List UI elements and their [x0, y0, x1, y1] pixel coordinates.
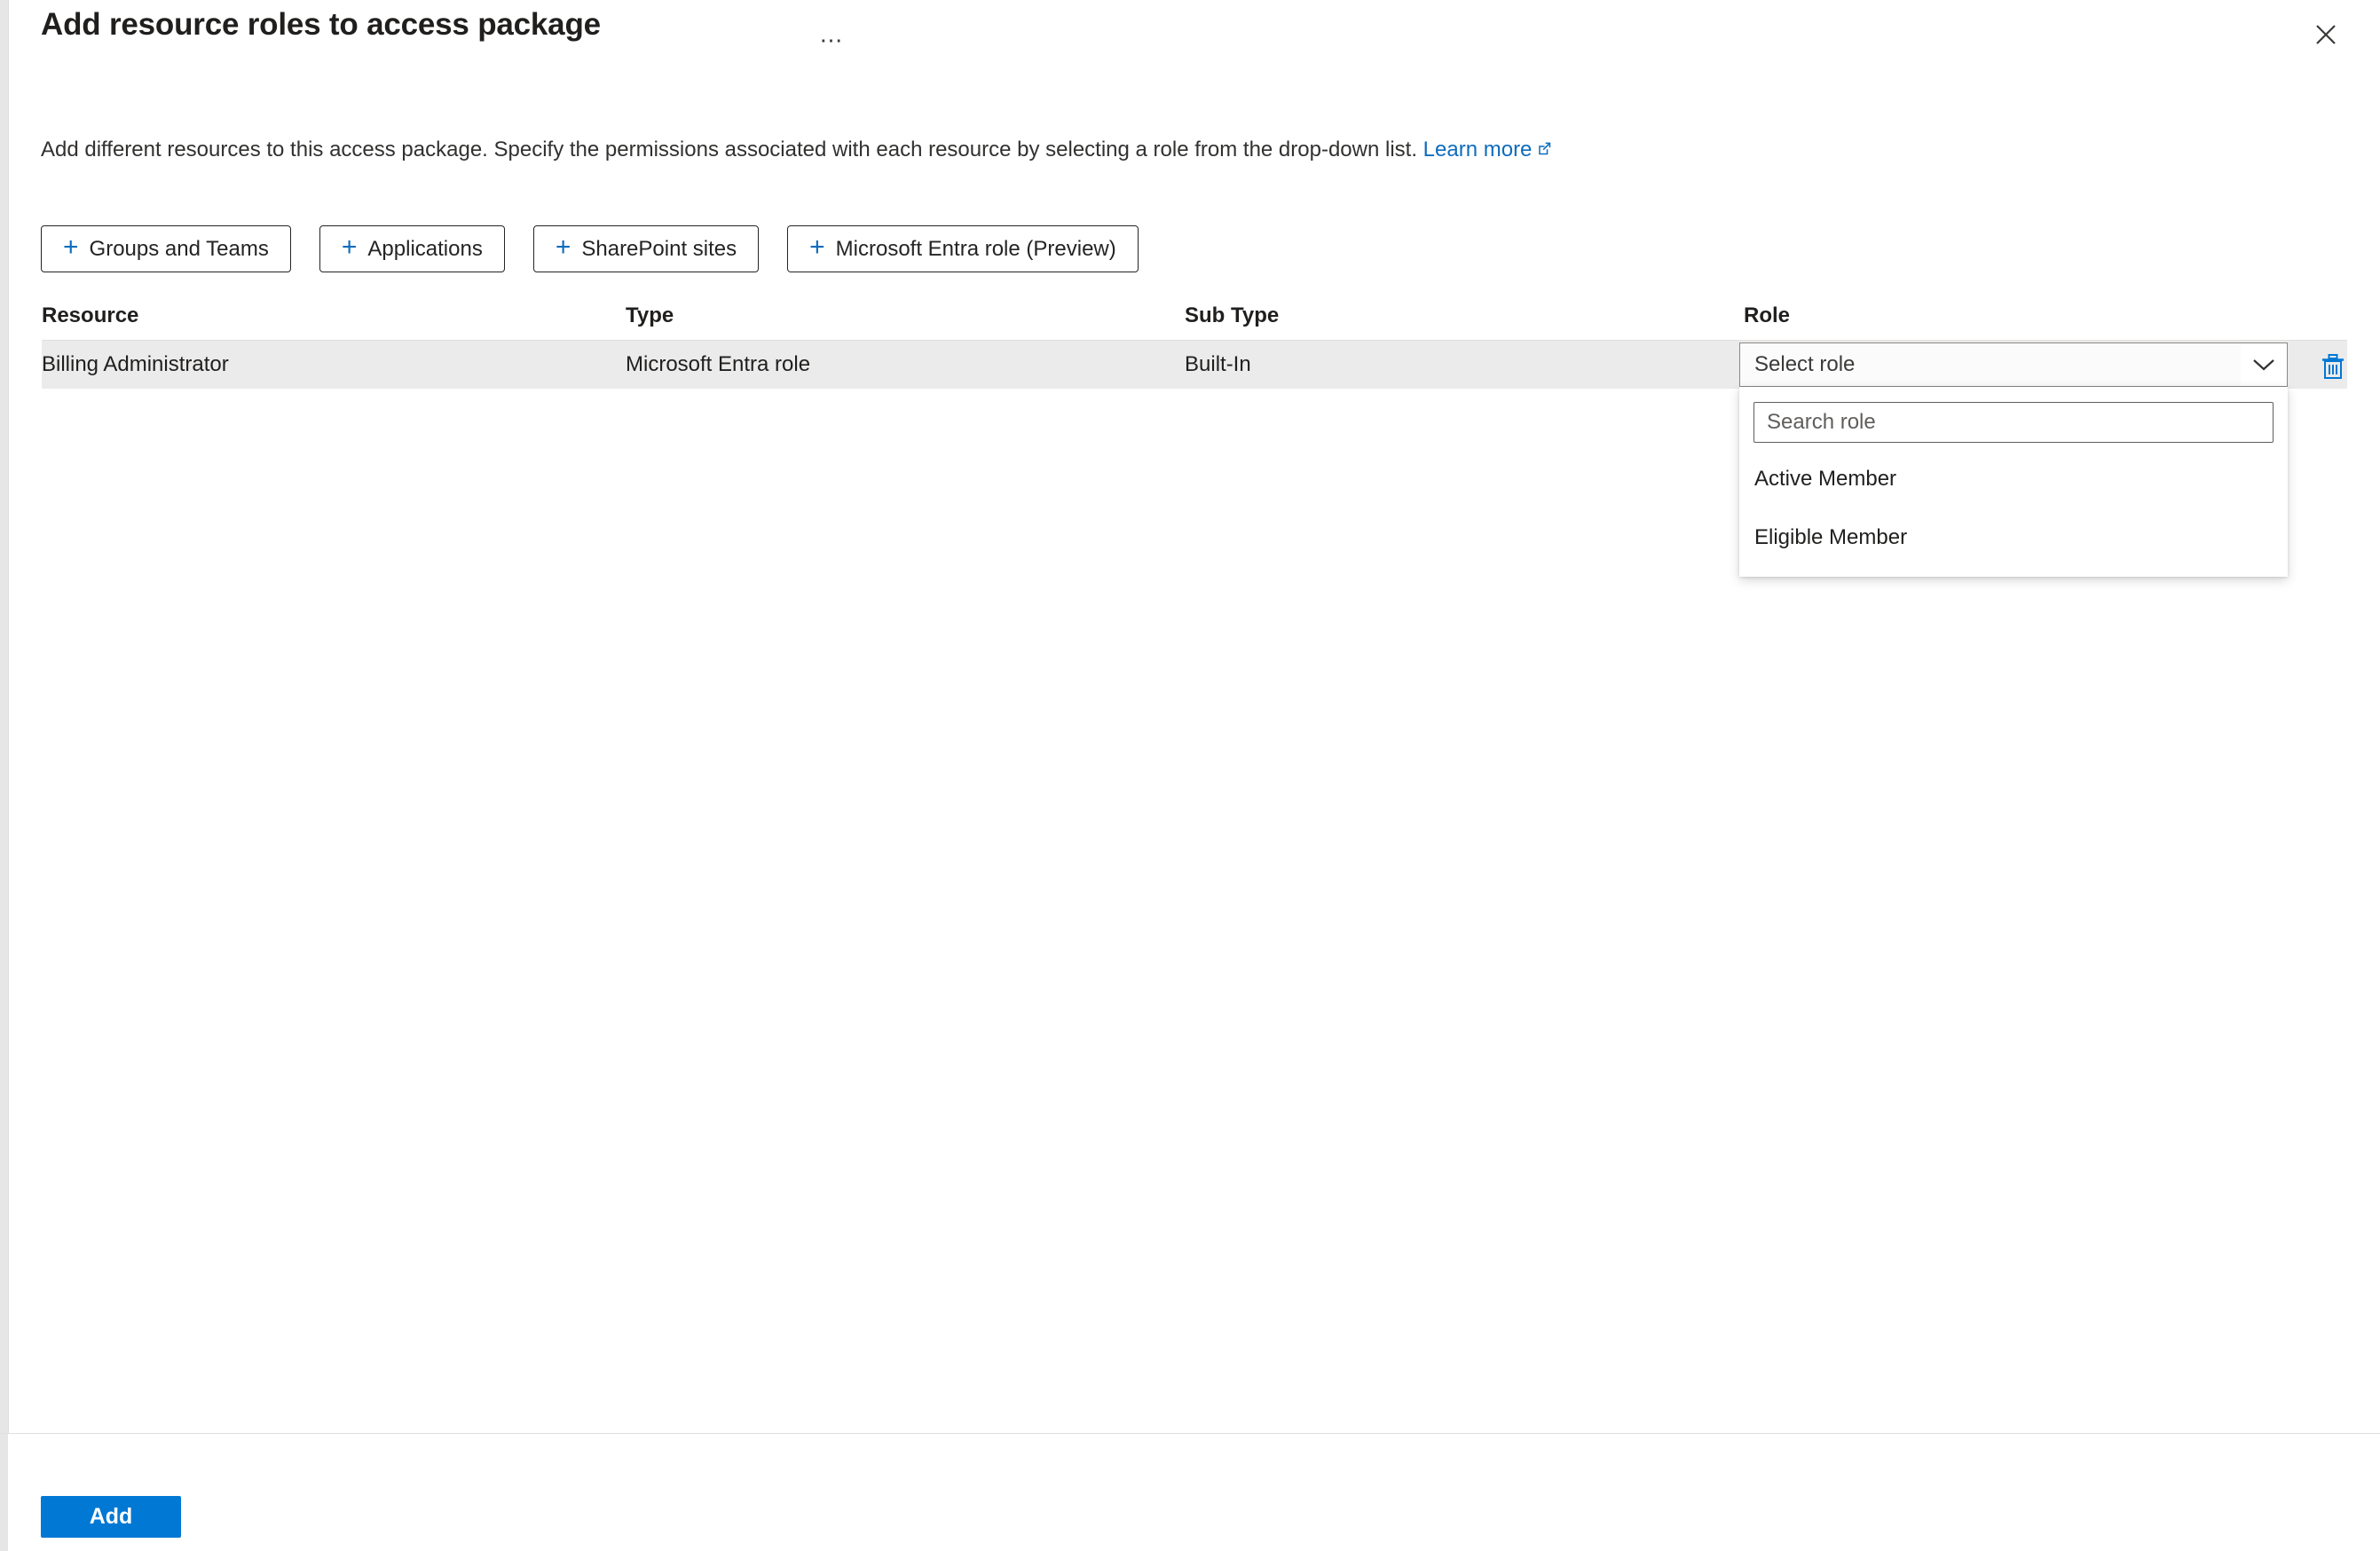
- learn-more-link[interactable]: Learn more: [1423, 138, 1554, 161]
- plus-icon: +: [555, 232, 571, 262]
- role-option-eligible-member[interactable]: Eligible Member: [1740, 508, 2287, 567]
- footer-divider: [0, 1433, 2380, 1434]
- add-sharepoint-sites-button[interactable]: + SharePoint sites: [532, 225, 760, 272]
- plus-icon: +: [63, 232, 79, 262]
- button-label: Microsoft Entra role (Preview): [835, 236, 1116, 261]
- cell-type: Microsoft Entra role: [626, 352, 811, 376]
- page-title: Add resource roles to access package: [41, 7, 601, 42]
- description-text: Add different resources to this access p…: [41, 138, 1417, 161]
- button-label: Groups and Teams: [89, 236, 269, 261]
- trash-icon: [2320, 353, 2346, 386]
- plus-icon: +: [341, 232, 358, 262]
- column-header-type: Type: [626, 303, 674, 327]
- blade-left-edge: [0, 0, 8, 1551]
- add-applications-button[interactable]: + Applications: [319, 225, 505, 272]
- plus-icon: +: [809, 232, 825, 262]
- context-menu-button[interactable]: ⋯: [812, 25, 853, 55]
- add-button[interactable]: Add: [41, 1496, 181, 1538]
- ellipsis-icon: ⋯: [819, 27, 846, 53]
- role-search-input[interactable]: [1753, 402, 2274, 443]
- chevron-down-icon[interactable]: [2241, 343, 2287, 386]
- add-resource-button-row: + Groups and Teams + Applications + Shar…: [41, 225, 1139, 272]
- blade-add-resource-roles: Add resource roles to access package ⋯ A…: [0, 0, 2380, 1551]
- role-option-active-member[interactable]: Active Member: [1740, 450, 2287, 508]
- cell-resource: Billing Administrator: [42, 352, 229, 376]
- role-select-combobox[interactable]: Select role: [1739, 342, 2288, 387]
- learn-more-label: Learn more: [1422, 138, 1533, 161]
- column-header-resource: Resource: [42, 303, 139, 327]
- table-row: Billing Administrator Microsoft Entra ro…: [42, 341, 2347, 577]
- add-microsoft-entra-role-button[interactable]: + Microsoft Entra role (Preview): [787, 225, 1139, 272]
- button-label: Applications: [367, 236, 483, 261]
- blade-left-divider: [8, 0, 9, 1433]
- column-header-sub-type: Sub Type: [1185, 303, 1280, 327]
- column-header-role: Role: [1744, 303, 1791, 327]
- role-select-value: Select role: [1754, 352, 1856, 376]
- close-button[interactable]: [2304, 12, 2348, 57]
- blade-description: Add different resources to this access p…: [41, 138, 1553, 163]
- role-dropdown-panel: Active Member Eligible Member: [1739, 387, 2288, 577]
- cell-role: Select role: [1739, 342, 2288, 387]
- resource-roles-table: Resource Type Sub Type Role Billing Admi…: [42, 291, 2347, 577]
- delete-row-button[interactable]: [2313, 350, 2353, 388]
- table-header-row: Resource Type Sub Type Role: [42, 291, 2347, 341]
- cell-sub-type: Built-In: [1185, 352, 1251, 376]
- external-link-icon: [1536, 138, 1553, 163]
- close-icon: [2314, 23, 2337, 46]
- add-groups-and-teams-button[interactable]: + Groups and Teams: [41, 225, 291, 272]
- button-label: SharePoint sites: [581, 236, 737, 261]
